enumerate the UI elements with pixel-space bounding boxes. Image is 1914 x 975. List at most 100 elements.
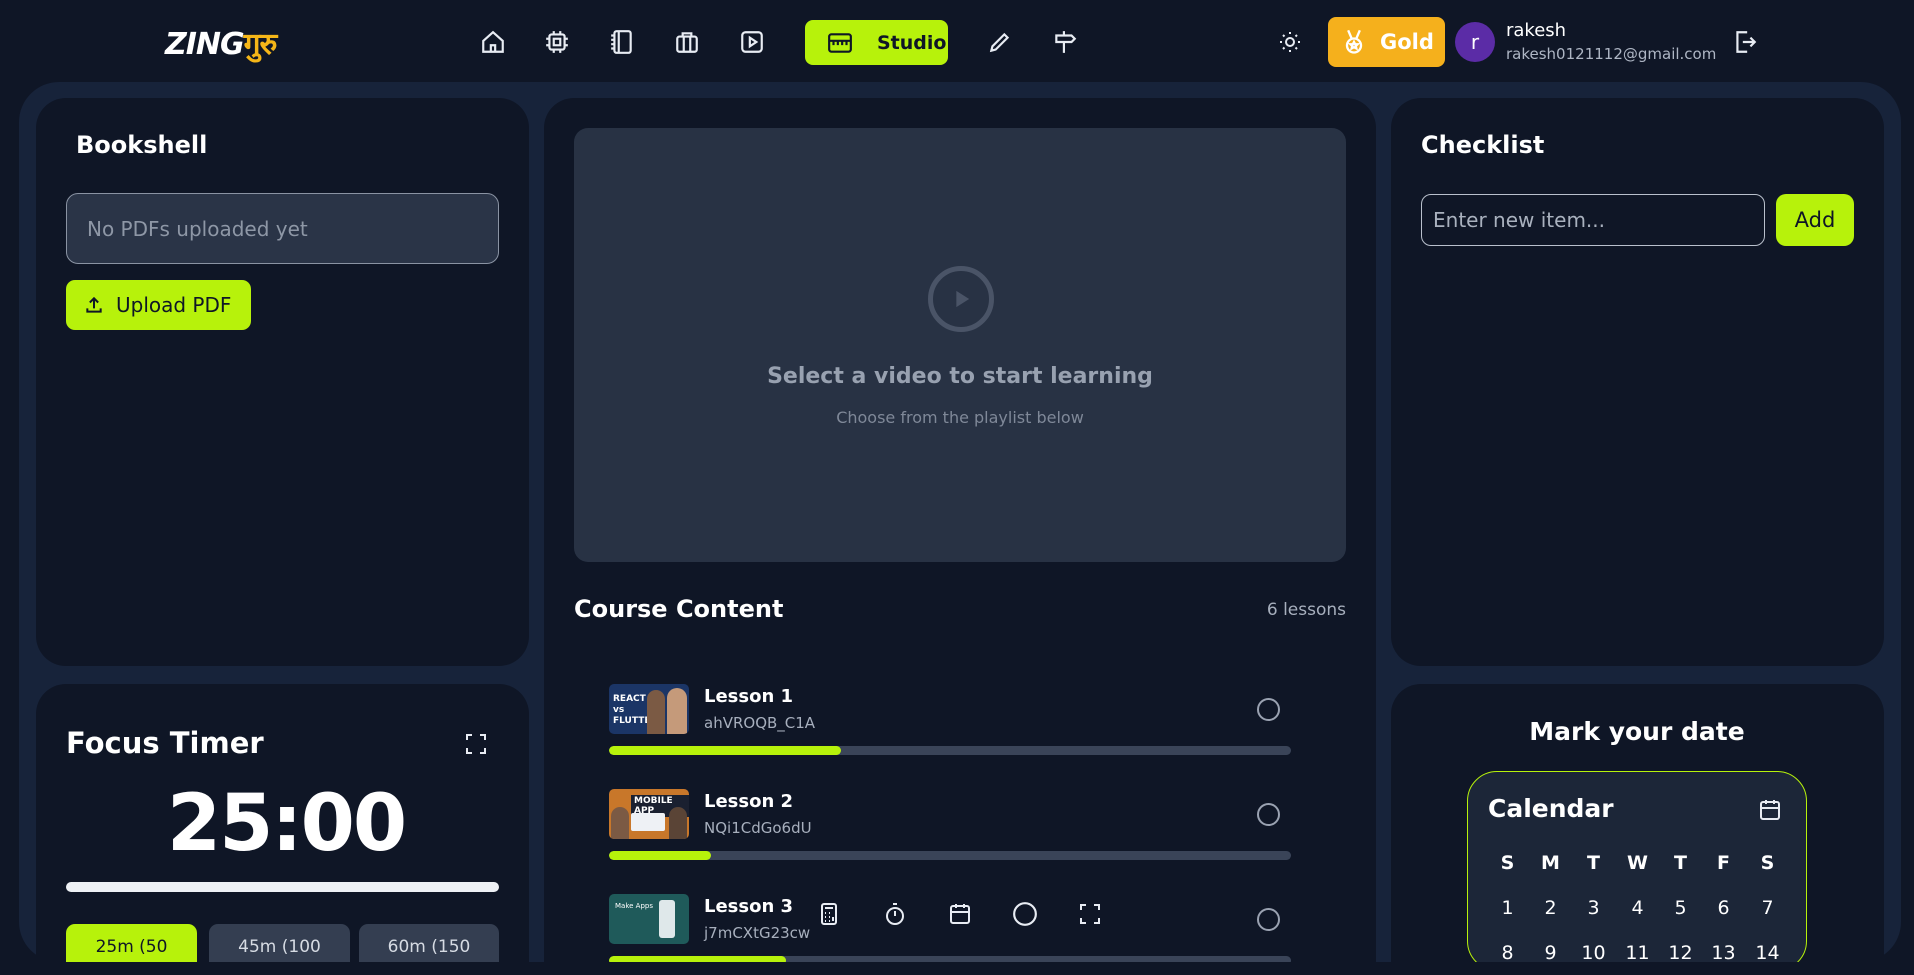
lesson-progress bbox=[609, 851, 1291, 860]
sun-icon[interactable] bbox=[1274, 26, 1306, 58]
bookshelf-panel: Bookshell No PDFs uploaded yet Upload PD… bbox=[36, 98, 529, 666]
weekday-label: W bbox=[1627, 852, 1648, 874]
circle-icon[interactable] bbox=[1010, 899, 1040, 929]
lesson-complete-toggle[interactable] bbox=[1257, 803, 1280, 826]
calendar-day[interactable]: 10 bbox=[1572, 942, 1615, 962]
upload-pdf-button[interactable]: Upload PDF bbox=[66, 280, 251, 330]
play-square-icon[interactable] bbox=[736, 26, 768, 58]
top-bar: ZINGगुरु Studio Gold r rakesh rakesh0121… bbox=[0, 0, 1914, 84]
weekday-label: M bbox=[1541, 852, 1560, 874]
calendar-day[interactable]: 14 bbox=[1746, 942, 1789, 962]
calendar-day[interactable]: 2 bbox=[1529, 897, 1572, 919]
gold-tier-button[interactable]: Gold bbox=[1328, 17, 1445, 67]
weekday-label: S bbox=[1760, 852, 1775, 874]
cpu-icon[interactable] bbox=[541, 26, 573, 58]
notebook-icon[interactable] bbox=[606, 26, 638, 58]
brand-logo[interactable]: ZINGगुरु bbox=[165, 22, 277, 63]
thumbnail-text: REACT vs FLUTTER bbox=[613, 694, 658, 726]
calendar-icon[interactable] bbox=[1758, 798, 1782, 826]
avatar[interactable]: r bbox=[1455, 22, 1495, 62]
weekday-label: T bbox=[1674, 852, 1687, 874]
thumbnail-text: Make Apps bbox=[615, 902, 653, 910]
checklist-placeholder: Enter new item... bbox=[1433, 208, 1605, 232]
upload-icon bbox=[86, 296, 102, 313]
lesson-thumbnail: REACT vs FLUTTER bbox=[609, 684, 689, 734]
lesson-complete-toggle[interactable] bbox=[1257, 698, 1280, 721]
calendar-widget: Calendar S M T W T F S 1 2 3 4 5 6 7 8 9… bbox=[1467, 771, 1807, 962]
calculator-icon[interactable] bbox=[814, 899, 844, 929]
briefcase-icon[interactable] bbox=[671, 26, 703, 58]
stopwatch-icon[interactable] bbox=[880, 899, 910, 929]
play-icon[interactable] bbox=[928, 266, 994, 332]
lesson-thumbnail: Make Apps bbox=[609, 894, 689, 944]
calendar-day[interactable]: 8 bbox=[1486, 942, 1529, 962]
pdf-empty-text: No PDFs uploaded yet bbox=[87, 216, 308, 241]
preset-45m[interactable]: 45m (100 bbox=[209, 924, 350, 962]
lesson-title: Lesson 3 bbox=[704, 896, 794, 917]
checklist-input[interactable]: Enter new item... bbox=[1421, 194, 1765, 246]
lesson-count: 6 lessons bbox=[1266, 600, 1346, 620]
calendar-day[interactable]: 5 bbox=[1659, 897, 1702, 919]
focus-timer-panel: Focus Timer 25:00 25m (50 45m (100 60m (… bbox=[36, 684, 529, 962]
lesson-progress-fill bbox=[609, 746, 841, 755]
user-email: rakesh0121112@gmail.com bbox=[1506, 45, 1717, 63]
studio-button[interactable]: Studio bbox=[805, 20, 948, 65]
user-name: rakesh bbox=[1506, 20, 1567, 41]
pencil-icon[interactable] bbox=[984, 26, 1016, 58]
calendar-title: Calendar bbox=[1488, 794, 1614, 823]
calendar-panel: Mark your date Calendar S M T W T F S 1 … bbox=[1391, 684, 1884, 962]
calendar-day[interactable]: 12 bbox=[1659, 942, 1702, 962]
gold-label: Gold bbox=[1380, 30, 1434, 54]
logo-devanagari: गुरु bbox=[243, 27, 278, 62]
lesson-title: Lesson 1 bbox=[704, 686, 794, 707]
lesson-progress bbox=[609, 746, 1291, 755]
lesson-item[interactable]: MOBILE APP Lesson 2 NQi1CdGo6dU bbox=[609, 789, 1291, 879]
upload-label: Upload PDF bbox=[116, 293, 232, 317]
add-item-button[interactable]: Add bbox=[1776, 194, 1854, 246]
checklist-panel: Checklist Enter new item... Add bbox=[1391, 98, 1884, 666]
calendar-day[interactable]: 9 bbox=[1529, 942, 1572, 962]
preset-60m[interactable]: 60m (150 bbox=[359, 924, 499, 962]
medal-icon bbox=[1345, 29, 1363, 54]
timer-display: 25:00 bbox=[166, 779, 407, 869]
checklist-title: Checklist bbox=[1421, 131, 1545, 159]
preset-25m[interactable]: 25m (50 bbox=[66, 924, 197, 962]
calendar-day[interactable]: 3 bbox=[1572, 897, 1615, 919]
lesson-id: j7mCXtG23cw bbox=[704, 924, 811, 942]
weekday-label: F bbox=[1717, 852, 1730, 874]
pdf-list-empty: No PDFs uploaded yet bbox=[66, 193, 499, 264]
studio-label: Studio bbox=[877, 31, 947, 54]
lesson-complete-toggle[interactable] bbox=[1257, 908, 1280, 931]
lesson-progress-fill bbox=[609, 956, 787, 962]
focus-timer-title: Focus Timer bbox=[66, 726, 264, 760]
lesson-progress bbox=[609, 956, 1291, 962]
home-icon[interactable] bbox=[477, 26, 509, 58]
logout-icon[interactable] bbox=[1729, 26, 1761, 58]
lesson-id: NQi1CdGo6dU bbox=[704, 819, 812, 837]
fullscreen-icon[interactable] bbox=[1075, 899, 1105, 929]
lesson-thumbnail: MOBILE APP bbox=[609, 789, 689, 839]
studio-icon bbox=[828, 32, 852, 53]
mark-date-heading: Mark your date bbox=[1529, 717, 1745, 746]
calendar-day[interactable]: 13 bbox=[1702, 942, 1745, 962]
video-placeholder-subtitle: Choose from the playlist below bbox=[836, 408, 1084, 427]
calendar-day[interactable]: 6 bbox=[1702, 897, 1745, 919]
lesson-item[interactable]: REACT vs FLUTTER Lesson 1 ahVROQB_C1A bbox=[609, 684, 1291, 774]
calendar-day[interactable]: 1 bbox=[1486, 897, 1529, 919]
calendar-day[interactable]: 7 bbox=[1746, 897, 1789, 919]
lesson-id: ahVROQB_C1A bbox=[704, 714, 816, 732]
timer-progress bbox=[66, 882, 499, 892]
calendar-icon[interactable] bbox=[945, 899, 975, 929]
course-content-title: Course Content bbox=[574, 595, 784, 623]
calendar-day[interactable]: 4 bbox=[1616, 897, 1659, 919]
signpost-icon[interactable] bbox=[1049, 26, 1081, 58]
lesson-title: Lesson 2 bbox=[704, 791, 794, 812]
weekday-label: S bbox=[1500, 852, 1515, 874]
video-placeholder-title: Select a video to start learning bbox=[767, 364, 1153, 389]
calendar-day[interactable]: 11 bbox=[1616, 942, 1659, 962]
bookshelf-title: Bookshell bbox=[76, 131, 208, 159]
expand-icon[interactable] bbox=[464, 732, 488, 760]
logo-text: ZING bbox=[165, 27, 245, 62]
video-player[interactable]: Select a video to start learning Choose … bbox=[574, 128, 1346, 562]
lesson-progress-fill bbox=[609, 851, 712, 860]
